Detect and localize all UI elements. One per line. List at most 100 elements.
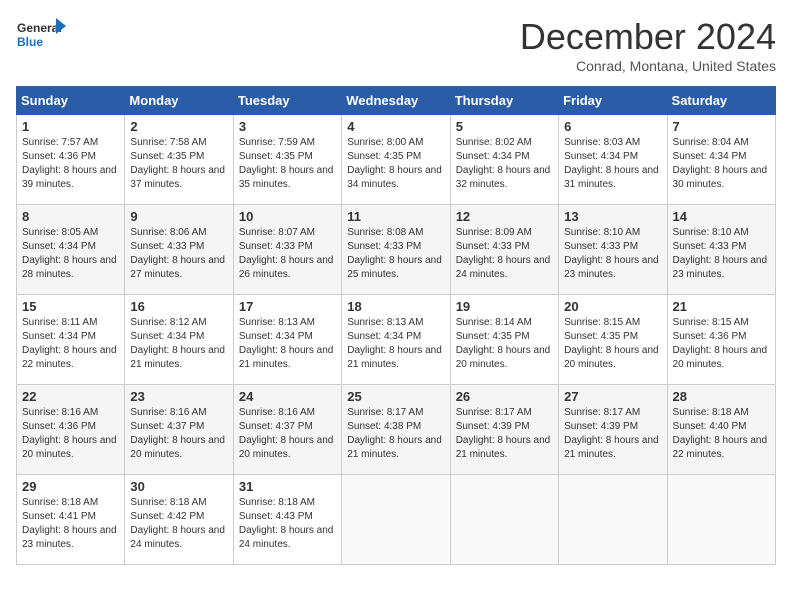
day-number: 20 — [564, 299, 661, 314]
day-number: 9 — [130, 209, 227, 224]
calendar-cell: 6 Sunrise: 8:03 AM Sunset: 4:34 PM Dayli… — [559, 115, 667, 205]
sunrise-text: Sunrise: 8:02 AM — [456, 136, 553, 150]
svg-text:Blue: Blue — [17, 35, 43, 49]
title-section: December 2024 Conrad, Montana, United St… — [520, 16, 776, 74]
sunrise-text: Sunrise: 8:14 AM — [456, 316, 553, 330]
sunset-text: Sunset: 4:35 PM — [239, 150, 336, 164]
sunset-text: Sunset: 4:34 PM — [456, 150, 553, 164]
calendar-cell — [342, 475, 450, 565]
calendar-cell: 23 Sunrise: 8:16 AM Sunset: 4:37 PM Dayl… — [125, 385, 233, 475]
sunrise-text: Sunrise: 7:57 AM — [22, 136, 119, 150]
sunrise-text: Sunrise: 8:16 AM — [239, 406, 336, 420]
day-number: 21 — [673, 299, 770, 314]
sunset-text: Sunset: 4:42 PM — [130, 510, 227, 524]
daylight-text: Daylight: 8 hours and 20 minutes. — [239, 434, 336, 462]
sunset-text: Sunset: 4:36 PM — [22, 150, 119, 164]
col-tuesday: Tuesday — [233, 87, 341, 115]
calendar-cell: 18 Sunrise: 8:13 AM Sunset: 4:34 PM Dayl… — [342, 295, 450, 385]
calendar-cell: 20 Sunrise: 8:15 AM Sunset: 4:35 PM Dayl… — [559, 295, 667, 385]
sunset-text: Sunset: 4:39 PM — [456, 420, 553, 434]
day-info: Sunrise: 8:13 AM Sunset: 4:34 PM Dayligh… — [347, 316, 444, 372]
day-number: 12 — [456, 209, 553, 224]
daylight-text: Daylight: 8 hours and 23 minutes. — [673, 254, 770, 282]
day-info: Sunrise: 8:08 AM Sunset: 4:33 PM Dayligh… — [347, 226, 444, 282]
table-row: 8 Sunrise: 8:05 AM Sunset: 4:34 PM Dayli… — [17, 205, 776, 295]
sunrise-text: Sunrise: 8:17 AM — [456, 406, 553, 420]
calendar-cell: 27 Sunrise: 8:17 AM Sunset: 4:39 PM Dayl… — [559, 385, 667, 475]
calendar-cell — [450, 475, 558, 565]
sunrise-text: Sunrise: 8:04 AM — [673, 136, 770, 150]
calendar-cell: 8 Sunrise: 8:05 AM Sunset: 4:34 PM Dayli… — [17, 205, 125, 295]
table-row: 15 Sunrise: 8:11 AM Sunset: 4:34 PM Dayl… — [17, 295, 776, 385]
day-info: Sunrise: 8:11 AM Sunset: 4:34 PM Dayligh… — [22, 316, 119, 372]
sunrise-text: Sunrise: 8:17 AM — [564, 406, 661, 420]
table-row: 22 Sunrise: 8:16 AM Sunset: 4:36 PM Dayl… — [17, 385, 776, 475]
sunrise-text: Sunrise: 8:05 AM — [22, 226, 119, 240]
day-info: Sunrise: 8:02 AM Sunset: 4:34 PM Dayligh… — [456, 136, 553, 192]
sunrise-text: Sunrise: 8:07 AM — [239, 226, 336, 240]
calendar-cell: 7 Sunrise: 8:04 AM Sunset: 4:34 PM Dayli… — [667, 115, 775, 205]
sunset-text: Sunset: 4:41 PM — [22, 510, 119, 524]
sunrise-text: Sunrise: 8:11 AM — [22, 316, 119, 330]
day-number: 4 — [347, 119, 444, 134]
sunset-text: Sunset: 4:35 PM — [347, 150, 444, 164]
sunset-text: Sunset: 4:37 PM — [130, 420, 227, 434]
day-info: Sunrise: 8:13 AM Sunset: 4:34 PM Dayligh… — [239, 316, 336, 372]
day-info: Sunrise: 8:17 AM Sunset: 4:38 PM Dayligh… — [347, 406, 444, 462]
sunset-text: Sunset: 4:33 PM — [239, 240, 336, 254]
day-number: 17 — [239, 299, 336, 314]
day-info: Sunrise: 8:16 AM Sunset: 4:36 PM Dayligh… — [22, 406, 119, 462]
day-number: 19 — [456, 299, 553, 314]
calendar-cell: 28 Sunrise: 8:18 AM Sunset: 4:40 PM Dayl… — [667, 385, 775, 475]
sunset-text: Sunset: 4:34 PM — [564, 150, 661, 164]
day-number: 29 — [22, 479, 119, 494]
sunset-text: Sunset: 4:35 PM — [564, 330, 661, 344]
daylight-text: Daylight: 8 hours and 24 minutes. — [239, 524, 336, 552]
daylight-text: Daylight: 8 hours and 26 minutes. — [239, 254, 336, 282]
sunset-text: Sunset: 4:40 PM — [673, 420, 770, 434]
day-number: 10 — [239, 209, 336, 224]
daylight-text: Daylight: 8 hours and 21 minutes. — [347, 434, 444, 462]
table-row: 1 Sunrise: 7:57 AM Sunset: 4:36 PM Dayli… — [17, 115, 776, 205]
sunset-text: Sunset: 4:33 PM — [456, 240, 553, 254]
sunrise-text: Sunrise: 8:18 AM — [130, 496, 227, 510]
calendar-cell: 30 Sunrise: 8:18 AM Sunset: 4:42 PM Dayl… — [125, 475, 233, 565]
col-friday: Friday — [559, 87, 667, 115]
day-number: 1 — [22, 119, 119, 134]
calendar-cell — [559, 475, 667, 565]
daylight-text: Daylight: 8 hours and 24 minutes. — [130, 524, 227, 552]
sunset-text: Sunset: 4:33 PM — [347, 240, 444, 254]
calendar-cell: 26 Sunrise: 8:17 AM Sunset: 4:39 PM Dayl… — [450, 385, 558, 475]
day-info: Sunrise: 8:16 AM Sunset: 4:37 PM Dayligh… — [130, 406, 227, 462]
calendar-cell — [667, 475, 775, 565]
sunrise-text: Sunrise: 8:10 AM — [564, 226, 661, 240]
calendar-cell: 10 Sunrise: 8:07 AM Sunset: 4:33 PM Dayl… — [233, 205, 341, 295]
sunset-text: Sunset: 4:34 PM — [673, 150, 770, 164]
day-number: 27 — [564, 389, 661, 404]
day-number: 15 — [22, 299, 119, 314]
daylight-text: Daylight: 8 hours and 20 minutes. — [564, 344, 661, 372]
calendar-cell: 25 Sunrise: 8:17 AM Sunset: 4:38 PM Dayl… — [342, 385, 450, 475]
day-info: Sunrise: 8:00 AM Sunset: 4:35 PM Dayligh… — [347, 136, 444, 192]
sunset-text: Sunset: 4:34 PM — [239, 330, 336, 344]
day-info: Sunrise: 8:18 AM Sunset: 4:40 PM Dayligh… — [673, 406, 770, 462]
sunset-text: Sunset: 4:34 PM — [130, 330, 227, 344]
sunset-text: Sunset: 4:36 PM — [673, 330, 770, 344]
daylight-text: Daylight: 8 hours and 39 minutes. — [22, 164, 119, 192]
day-number: 14 — [673, 209, 770, 224]
sunrise-text: Sunrise: 8:03 AM — [564, 136, 661, 150]
sunset-text: Sunset: 4:37 PM — [239, 420, 336, 434]
calendar-cell: 3 Sunrise: 7:59 AM Sunset: 4:35 PM Dayli… — [233, 115, 341, 205]
calendar-cell: 19 Sunrise: 8:14 AM Sunset: 4:35 PM Dayl… — [450, 295, 558, 385]
sunrise-text: Sunrise: 8:17 AM — [347, 406, 444, 420]
daylight-text: Daylight: 8 hours and 22 minutes. — [22, 344, 119, 372]
day-info: Sunrise: 7:59 AM Sunset: 4:35 PM Dayligh… — [239, 136, 336, 192]
header-row: Sunday Monday Tuesday Wednesday Thursday… — [17, 87, 776, 115]
calendar-cell: 24 Sunrise: 8:16 AM Sunset: 4:37 PM Dayl… — [233, 385, 341, 475]
general-blue-logo: General Blue — [16, 16, 66, 61]
sunset-text: Sunset: 4:33 PM — [130, 240, 227, 254]
day-number: 16 — [130, 299, 227, 314]
day-number: 11 — [347, 209, 444, 224]
day-number: 24 — [239, 389, 336, 404]
calendar-title: December 2024 — [520, 16, 776, 58]
